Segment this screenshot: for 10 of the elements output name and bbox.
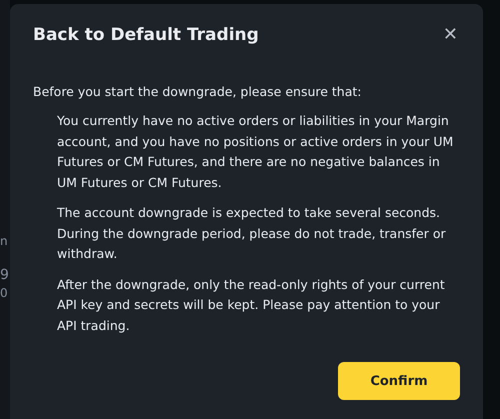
dialog-title: Back to Default Trading — [33, 24, 259, 44]
close-button[interactable]: ✕ — [440, 24, 460, 45]
requirement-text: The account downgrade is expected to take several seconds. During the downgrade period, please do not trade, transfer or withdraw. — [57, 204, 447, 263]
requirement-text: You currently have no active orders or liabilities in your Margin account, and you have no positions or active orders in your UM Futures or CM Futures, and there are no negative balances in UM Futures or CM Futures. — [57, 112, 454, 192]
intro-text: Before you start the downgrade, please ensure that: — [33, 83, 362, 101]
confirm-button[interactable]: Confirm — [338, 362, 460, 400]
background-text: n — [0, 234, 9, 248]
background-text: 0 — [0, 286, 9, 300]
background-text: 9 — [0, 268, 10, 282]
requirement-text: After the downgrade, only the read-only rights of your current API key and secrets will be kept. Please pay attention to your API trading. — [57, 276, 446, 335]
